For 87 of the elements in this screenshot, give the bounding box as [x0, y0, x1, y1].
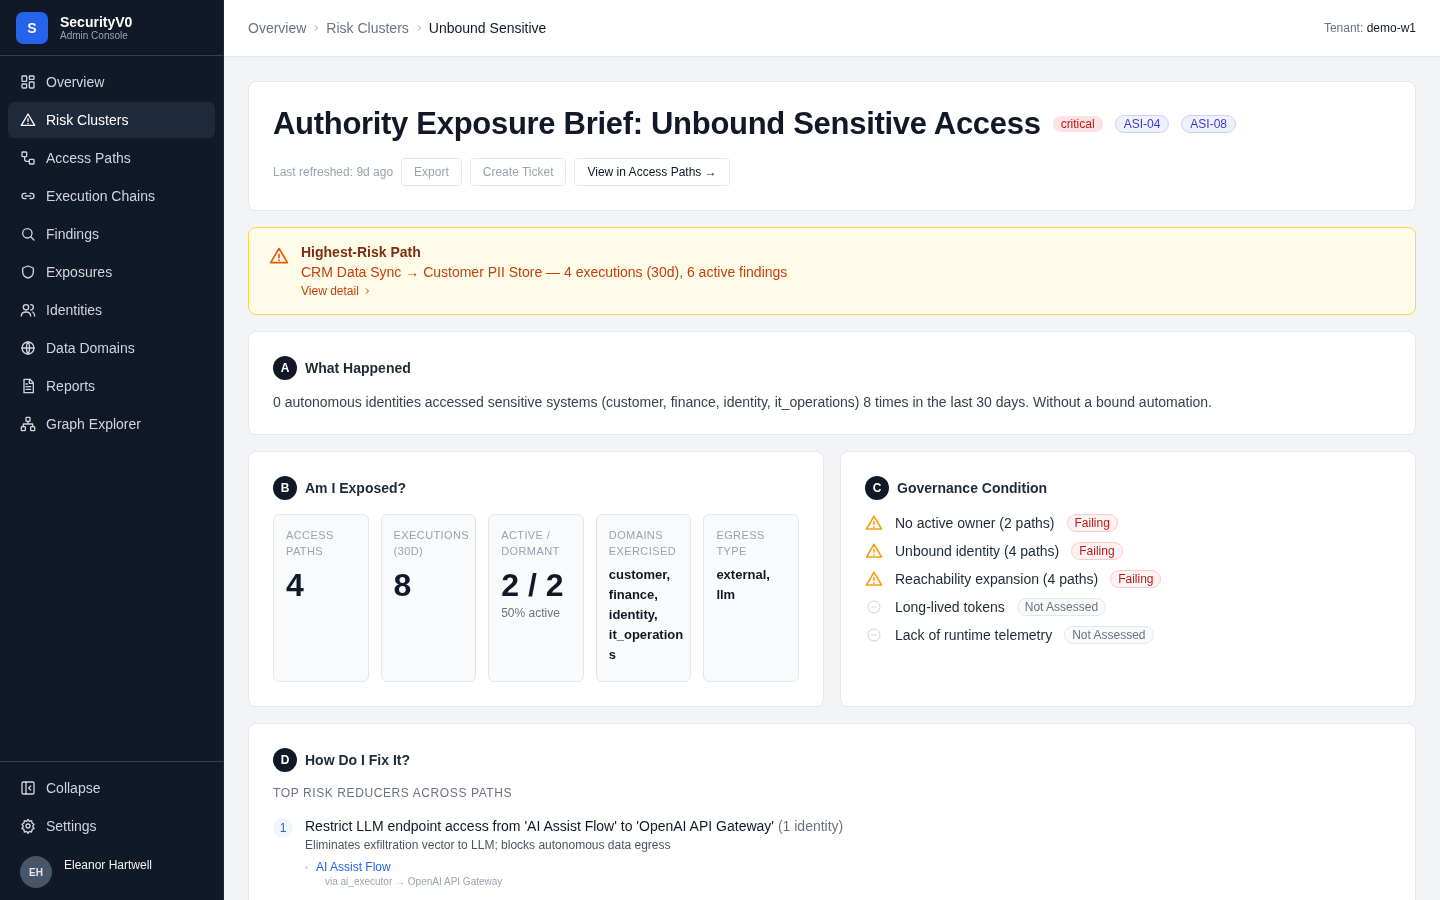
- stat-value: customer, finance, identity, it_operations: [608, 566, 685, 664]
- condition-label: No active owner (2 paths): [895, 515, 1055, 531]
- status-tag: Failing: [1110, 570, 1162, 588]
- breadcrumb[interactable]: Unbound Sensitive: [428, 20, 547, 36]
- condition-label: Lack of runtime telemetry: [895, 627, 1053, 643]
- stat-label: ACTIVE / DORMANT: [501, 528, 561, 559]
- rank-number: 1: [273, 818, 293, 838]
- warning-icon: [865, 514, 883, 532]
- chevron-icon: [312, 24, 321, 32]
- minus-circle-icon: [866, 627, 882, 643]
- tag: ASI-08: [1181, 115, 1236, 133]
- section-letter: C: [865, 476, 889, 500]
- status-tag: Not Assessed: [1064, 626, 1154, 644]
- user-name: Eleanor Hartwell: [64, 858, 153, 872]
- nav-item[interactable]: Risk Clusters: [8, 102, 215, 138]
- fix-description: Eliminates exfiltration vector to LLM; blocks autonomous data egress: [305, 838, 672, 852]
- summary-text: 0 autonomous identities accessed sensitive systems (customer, finance, identity, it_operations) 8 times in the last 30 days. Without a bound automation.: [273, 394, 1213, 410]
- section-subtitle: TOP RISK REDUCERS ACROSS PATHS: [273, 786, 514, 800]
- minus-circle-icon: [866, 599, 882, 615]
- status-tag: Failing: [1071, 542, 1123, 560]
- stat-label: EGRESS TYPE: [716, 528, 766, 559]
- action-button[interactable]: View in Access Paths →: [574, 158, 730, 186]
- alert-title: Highest-Risk Path: [301, 244, 422, 260]
- page-title: Authority Exposure Brief: Unbound Sensitive Access: [273, 106, 1041, 142]
- nav-item[interactable]: Execution Chains: [8, 178, 215, 214]
- view-detail-link[interactable]: View detail: [301, 284, 371, 298]
- nav-icon: [20, 264, 36, 280]
- nav-item[interactable]: Reports: [8, 368, 215, 404]
- last-refreshed: Last refreshed: 9d ago: [273, 165, 394, 179]
- collapse-button[interactable]: Collapse: [8, 770, 215, 806]
- nav-icon: [20, 74, 36, 90]
- nav-item[interactable]: Findings: [8, 216, 215, 252]
- section-letter: D: [273, 748, 297, 772]
- alert-text: CRM Data Sync → Customer PII Store — 4 executions (30d), 6 active findings: [301, 264, 788, 280]
- stat-value: 8: [393, 567, 413, 603]
- warning-icon: [269, 246, 289, 266]
- nav-icon: [20, 416, 36, 432]
- stat-label: EXECUTIONS (30D): [393, 528, 470, 559]
- nav-icon: [20, 150, 36, 166]
- stat-value: 4: [286, 567, 305, 603]
- stat-value: external, llm: [716, 566, 771, 604]
- user-avatar[interactable]: EH: [20, 856, 52, 888]
- app-subtitle: Admin Console: [60, 30, 129, 41]
- settings-button[interactable]: Settings: [8, 808, 215, 844]
- status-tag: Failing: [1066, 514, 1118, 532]
- condition-label: Long-lived tokens: [895, 599, 1005, 615]
- stat-label: ACCESS PATHS: [286, 528, 335, 559]
- tenant-label: Tenant:: [1323, 21, 1364, 35]
- identity-count: (1 identity): [777, 818, 844, 834]
- section-title: What Happened: [305, 360, 411, 376]
- breadcrumb[interactable]: Overview: [248, 20, 307, 36]
- nav-item[interactable]: Overview: [8, 64, 215, 100]
- identity-link[interactable]: AI Assist Flow: [316, 860, 391, 874]
- status-tag: Not Assessed: [1016, 598, 1107, 616]
- nav-item[interactable]: Exposures: [8, 254, 215, 290]
- app-name: SecurityV0: [60, 14, 133, 30]
- nav-icon: [20, 112, 36, 128]
- nav-icon: [20, 226, 36, 242]
- nav-icon: [20, 378, 36, 394]
- section-letter: B: [273, 476, 297, 500]
- bullet-dot: [305, 865, 308, 869]
- nav-item[interactable]: Data Domains: [8, 330, 215, 366]
- nav-icon: [20, 302, 36, 318]
- section-title: How Do I Fix It?: [305, 752, 410, 768]
- condition-label: Reachability expansion (4 paths): [895, 571, 1099, 587]
- section-title: Am I Exposed?: [305, 480, 407, 496]
- logo: S: [16, 11, 48, 44]
- tag: ASI-04: [1114, 115, 1170, 133]
- stat-caption: 50% active: [501, 605, 561, 621]
- tag: critical: [1052, 116, 1103, 132]
- stat-value: 2 / 2: [501, 567, 565, 603]
- fix-title: Restrict LLM endpoint access from 'AI Assist Flow' to 'OpenAI API Gateway': [305, 818, 774, 834]
- warning-icon: [865, 542, 883, 560]
- nav-item[interactable]: Access Paths: [8, 140, 215, 176]
- nav-item[interactable]: Identities: [8, 292, 215, 328]
- nav-item[interactable]: Graph Explorer: [8, 406, 215, 442]
- stat-label: DOMAINS EXERCISED: [608, 528, 677, 559]
- breadcrumb[interactable]: Risk Clusters: [326, 20, 409, 36]
- settings-icon: [20, 818, 36, 834]
- nav-icon: [20, 340, 36, 356]
- section-title: Governance Condition: [897, 480, 1048, 496]
- tenant-name: demo-w1: [1366, 21, 1416, 35]
- collapse-icon: [20, 780, 36, 796]
- path-text: via ai_executor → OpenAI API Gateway: [325, 876, 504, 887]
- condition-label: Unbound identity (4 paths): [895, 543, 1060, 559]
- section-letter: A: [273, 356, 297, 380]
- warning-icon: [865, 570, 883, 588]
